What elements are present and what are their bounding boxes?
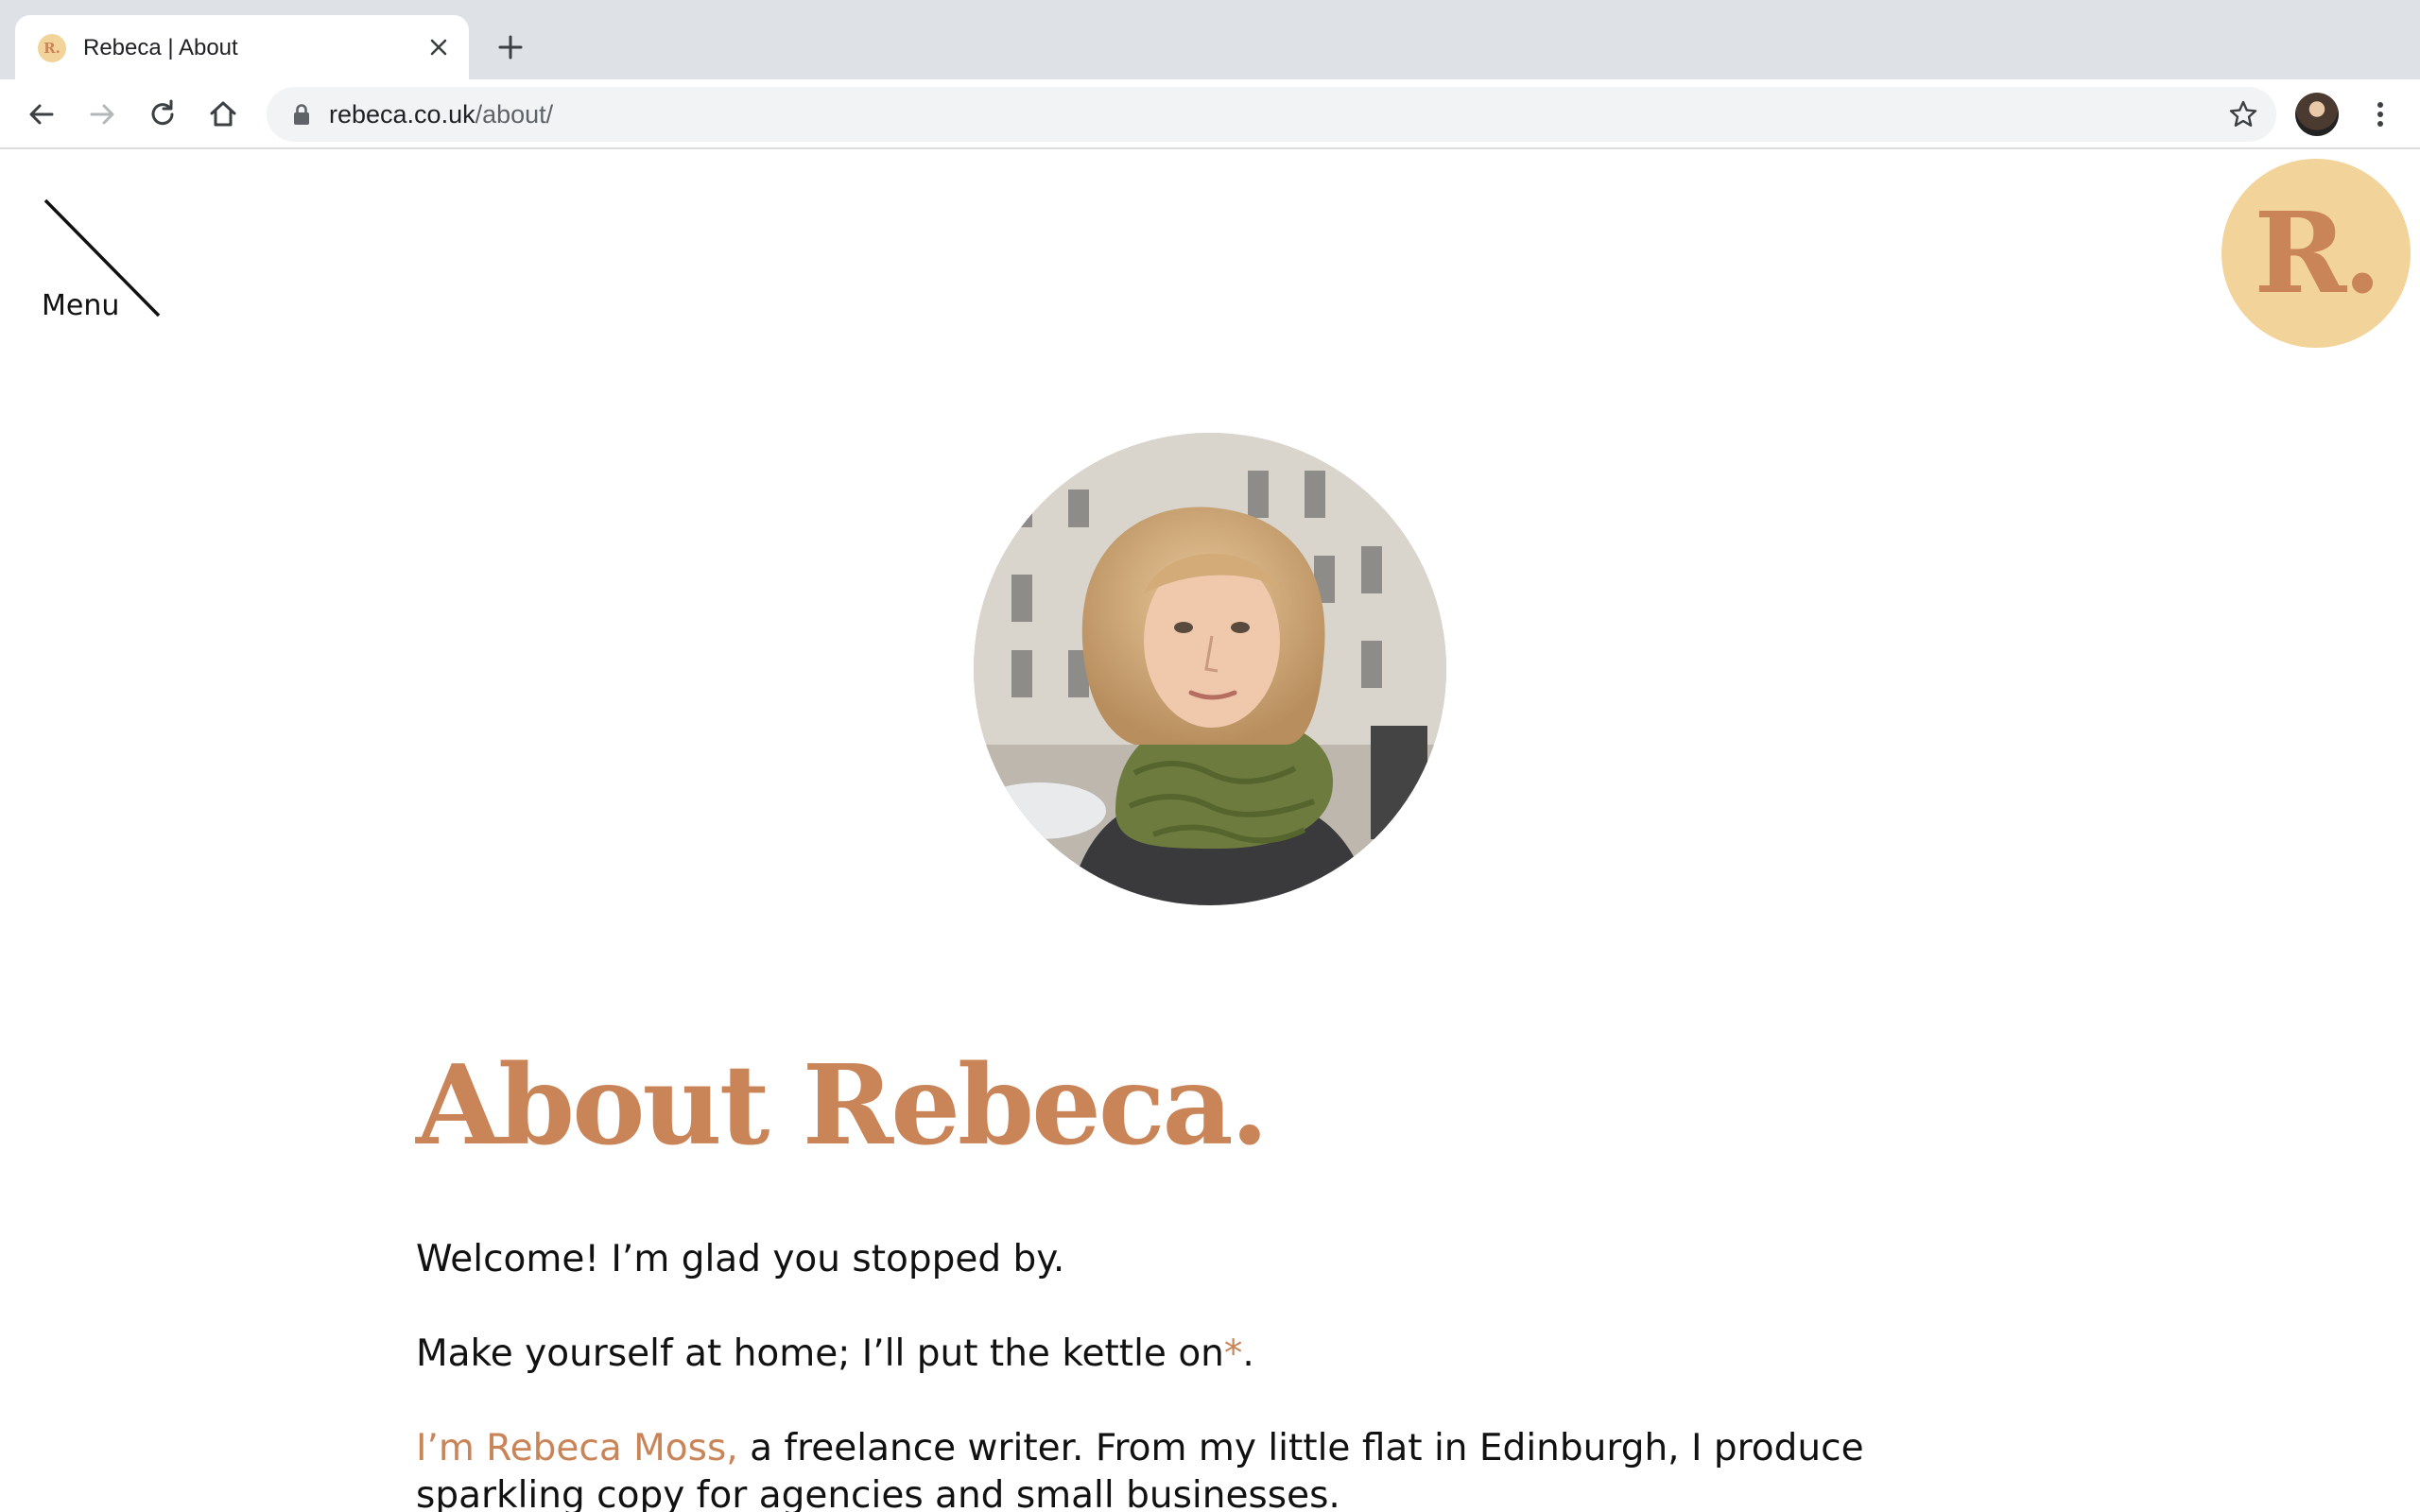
menu-button[interactable]: Menu xyxy=(42,195,164,322)
home-icon[interactable] xyxy=(204,95,242,133)
kettle-text: Make yourself at home; I’ll put the kett… xyxy=(416,1332,1224,1375)
reload-icon[interactable] xyxy=(144,95,182,133)
more-options-icon[interactable] xyxy=(2361,95,2399,133)
url-path: /about/ xyxy=(475,100,554,129)
browser-toolbar: rebeca.co.uk/about/ xyxy=(0,79,2420,149)
welcome-paragraph: Welcome! I’m glad you stopped by. xyxy=(416,1238,1065,1280)
bookmark-star-icon[interactable] xyxy=(2227,98,2259,130)
new-tab-plus-icon[interactable] xyxy=(493,30,527,64)
lock-icon[interactable] xyxy=(291,103,312,126)
tab-close-icon[interactable] xyxy=(424,32,454,62)
footnote-asterisk-link[interactable]: * xyxy=(1224,1332,1243,1375)
forward-arrow-icon[interactable] xyxy=(83,95,121,133)
tab-title: Rebeca | About xyxy=(83,35,238,60)
browser-tab-active[interactable]: R. Rebeca | About xyxy=(15,15,469,79)
url-text[interactable]: rebeca.co.uk/about/ xyxy=(329,99,553,129)
intro-paragraph: I’m Rebeca Moss, a freelance writer. Fro… xyxy=(416,1425,1966,1512)
address-bar[interactable]: rebeca.co.uk/about/ xyxy=(267,87,2276,142)
profile-avatar[interactable] xyxy=(2295,93,2339,136)
browser-tab-strip: R. Rebeca | About xyxy=(0,0,2420,79)
about-content: About Rebeca. Welcome! I’m glad you stop… xyxy=(416,1040,1966,1512)
menu-label: Menu xyxy=(42,289,120,322)
site-logo-text: R. xyxy=(2254,187,2381,318)
back-arrow-icon[interactable] xyxy=(23,95,60,133)
profile-portrait-image xyxy=(974,433,1446,905)
tab-favicon-icon: R. xyxy=(38,34,66,62)
page-title: About Rebeca. xyxy=(416,1041,1269,1170)
site-logo[interactable]: R. xyxy=(2221,159,2411,348)
kettle-period: . xyxy=(1242,1332,1254,1375)
url-domain: rebeca.co.uk xyxy=(329,100,475,129)
portrait-illustration xyxy=(974,433,1446,905)
kettle-paragraph: Make yourself at home; I’ll put the kett… xyxy=(416,1331,1966,1378)
rebeca-moss-link[interactable]: I’m Rebeca Moss, xyxy=(416,1427,738,1469)
